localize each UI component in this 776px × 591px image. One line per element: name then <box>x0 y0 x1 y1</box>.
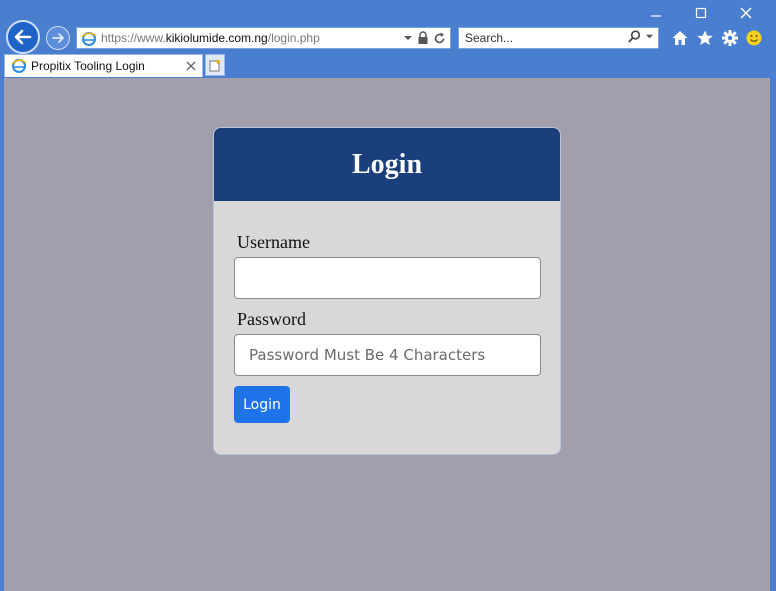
back-button[interactable] <box>6 20 40 54</box>
ie-page-icon <box>81 32 97 46</box>
login-title: Login <box>351 148 423 180</box>
password-label: Password <box>237 309 307 329</box>
forward-button[interactable] <box>46 26 70 50</box>
feedback-button[interactable] <box>744 28 764 48</box>
address-scheme: https://www. <box>101 31 166 45</box>
lock-icon[interactable] <box>417 31 429 45</box>
smiley-icon <box>746 30 762 46</box>
login-card-header: Login <box>214 128 560 201</box>
tab-title: Propitix Tooling Login <box>31 59 145 73</box>
address-host: kikiolumide.com.ng <box>165 31 268 45</box>
close-icon <box>740 7 752 19</box>
dropdown-arrow-icon[interactable] <box>403 33 413 43</box>
search-box[interactable] <box>458 27 659 49</box>
tab-propitix-login[interactable]: Propitix Tooling Login <box>4 54 203 77</box>
arrow-right-icon <box>52 33 64 43</box>
minimize-button[interactable] <box>641 4 671 24</box>
address-text: https://www.kikiolumide.com.ng/login.php <box>101 28 320 48</box>
address-path: /login.php <box>267 31 320 45</box>
address-bar[interactable]: https://www.kikiolumide.com.ng/login.php <box>76 27 451 49</box>
maximize-icon <box>695 7 707 19</box>
new-tab-icon <box>209 59 221 72</box>
home-button[interactable] <box>670 28 690 48</box>
tab-close-button[interactable] <box>186 56 196 76</box>
favorites-button[interactable] <box>695 28 715 48</box>
login-button[interactable]: Login <box>234 386 290 423</box>
gear-icon <box>722 30 738 46</box>
minimize-icon <box>651 15 661 17</box>
ie-page-icon <box>11 59 27 73</box>
arrow-left-icon <box>14 29 32 45</box>
search-icon[interactable] <box>628 30 641 43</box>
username-field[interactable] <box>234 257 541 299</box>
new-tab-button[interactable] <box>205 54 225 76</box>
star-icon <box>697 30 713 45</box>
username-label: Username <box>237 232 310 252</box>
close-window-button[interactable] <box>731 4 761 24</box>
search-input[interactable] <box>465 29 615 47</box>
maximize-button[interactable] <box>686 4 716 24</box>
home-icon <box>672 31 688 45</box>
close-icon <box>186 61 196 71</box>
refresh-icon[interactable] <box>433 32 446 45</box>
tools-button[interactable] <box>720 28 740 48</box>
dropdown-arrow-icon[interactable] <box>645 32 654 41</box>
login-card: Login Username Password Login <box>213 127 561 455</box>
password-field[interactable] <box>234 334 541 376</box>
